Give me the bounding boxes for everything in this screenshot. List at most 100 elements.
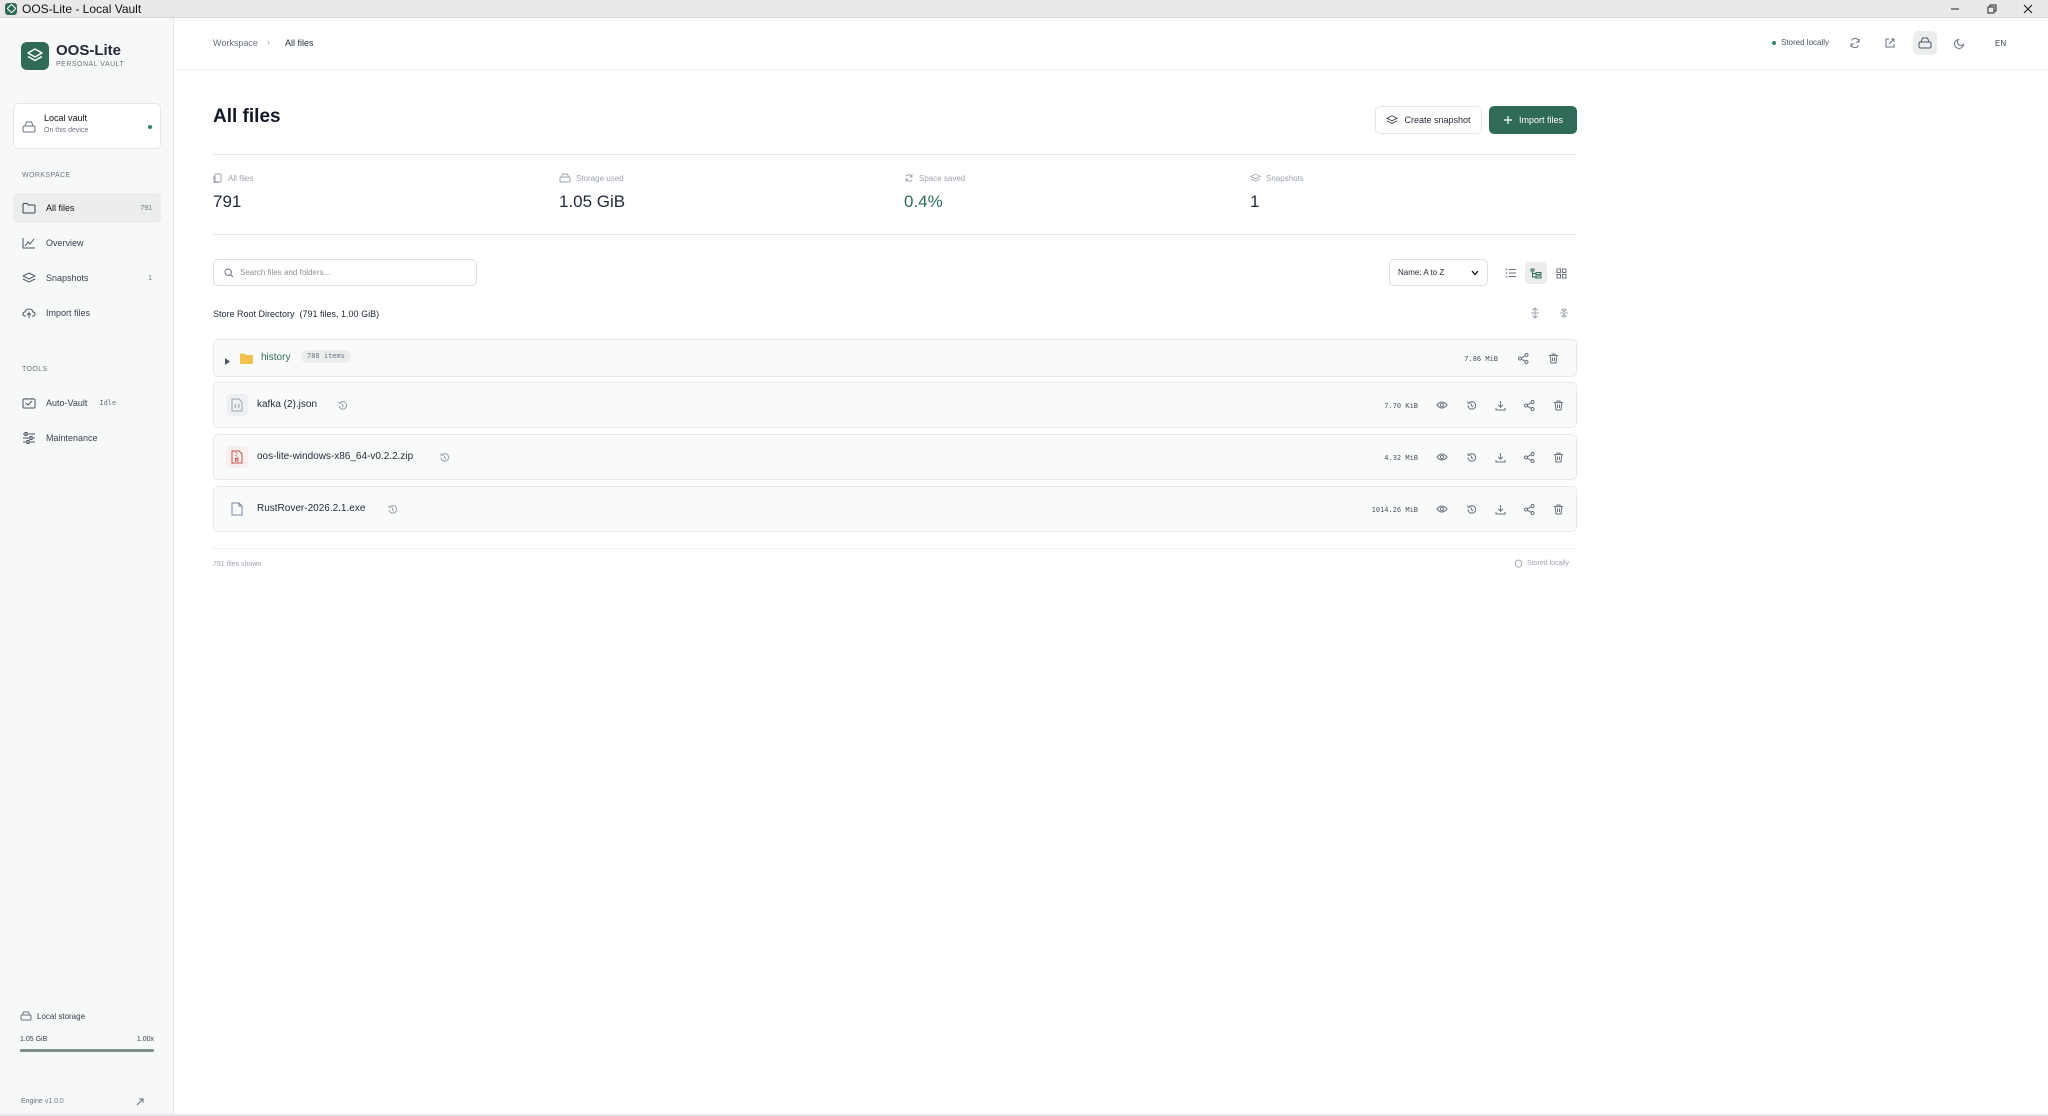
divider	[213, 154, 1577, 155]
expand-all-button[interactable]	[1525, 303, 1545, 323]
stat-label: Snapshots	[1266, 173, 1304, 183]
sidebar: OOS-Lite PERSONAL VAULT Local vault On t…	[0, 18, 174, 1115]
storage-mode-button[interactable]	[1913, 31, 1937, 55]
delete-button[interactable]	[1549, 500, 1567, 518]
layers-icon	[1250, 173, 1261, 182]
import-files-button[interactable]: Import files	[1489, 106, 1577, 134]
download-button[interactable]	[1491, 448, 1509, 466]
auto-vault-status-badge: Idle	[99, 399, 117, 407]
share-button[interactable]	[1520, 448, 1538, 466]
tree-view-button[interactable]	[1525, 262, 1547, 284]
auto-vault-icon	[21, 395, 37, 411]
breadcrumb-workspace[interactable]: Workspace	[213, 38, 258, 48]
page-title: All files	[213, 106, 281, 127]
history-icon	[1466, 504, 1476, 514]
version-history-icon[interactable]	[385, 502, 399, 516]
collapse-all-button[interactable]	[1554, 303, 1574, 323]
folder-row-history[interactable]: history 788 items 7.86 MiB	[213, 339, 1577, 377]
expand-caret-icon[interactable]	[224, 353, 231, 371]
trash-icon	[1553, 452, 1563, 462]
storage-panel: Local storage 1.05 GiB 1.00x	[20, 1011, 154, 1052]
folder-icon	[239, 352, 254, 370]
version-history-icon[interactable]	[437, 450, 451, 464]
file-row-rustrover-exe[interactable]: RustRover-2026.2.1.exe 1014.26 MiB	[213, 486, 1577, 532]
search-box[interactable]	[213, 259, 477, 286]
storage-used: 1.05 GiB	[20, 1036, 48, 1043]
grid-view-button[interactable]	[1550, 262, 1572, 284]
sort-selected-value: Name: A to Z	[1398, 268, 1445, 277]
history-button[interactable]	[1462, 396, 1480, 414]
sidebar-item-all-files[interactable]: All files 791	[13, 193, 161, 223]
search-input[interactable]	[240, 268, 460, 277]
download-button[interactable]	[1491, 396, 1509, 414]
file-name[interactable]: kafka (2).json	[257, 399, 317, 410]
theme-toggle-button[interactable]	[1948, 31, 1972, 55]
share-icon	[1517, 352, 1528, 364]
sidebar-item-label: Auto-Vault	[46, 398, 88, 408]
eye-icon	[1436, 401, 1448, 409]
minimize-button[interactable]	[1937, 0, 1973, 18]
engine-link-button[interactable]	[135, 1094, 145, 1112]
sidebar-item-label: Overview	[46, 238, 84, 248]
files-icon	[213, 173, 222, 183]
sidebar-item-auto-vault[interactable]: Auto-Vault Idle	[13, 388, 161, 418]
preview-button[interactable]	[1433, 396, 1451, 414]
expand-icon	[1531, 307, 1539, 319]
plus-icon	[1503, 116, 1512, 124]
share-button[interactable]	[1514, 349, 1532, 367]
stat-value: 1	[1250, 192, 1260, 211]
top-header: Workspace › All files Stored locally EN	[175, 18, 2048, 70]
file-name[interactable]: RustRover-2026.2.1.exe	[257, 503, 365, 514]
preview-button[interactable]	[1433, 448, 1451, 466]
version-history-icon[interactable]	[335, 398, 349, 412]
app-icon	[5, 2, 17, 15]
file-row-oos-lite-zip[interactable]: oos-lite-windows-x86_64-v0.2.2.zip 4.32 …	[213, 434, 1577, 480]
sliders-icon	[21, 430, 37, 446]
search-icon	[224, 267, 234, 278]
close-icon	[2023, 4, 2033, 14]
sidebar-item-label: Snapshots	[46, 273, 89, 283]
delete-button[interactable]	[1549, 448, 1567, 466]
file-row-kafka-json[interactable]: kafka (2).json 7.70 KiB	[213, 382, 1577, 428]
delete-button[interactable]	[1544, 349, 1562, 367]
drive-icon	[20, 1011, 32, 1021]
sort-select[interactable]: Name: A to Z	[1389, 259, 1488, 286]
file-size: 7.70 KiB	[1384, 402, 1418, 410]
folder-name[interactable]: history	[261, 352, 290, 363]
vault-selector[interactable]: Local vault On this device	[13, 103, 161, 149]
create-snapshot-button[interactable]: Create snapshot	[1375, 106, 1482, 134]
stat-space-saved: Space saved 0.4%	[904, 173, 965, 212]
footer-status-text: Stored locally	[1527, 560, 1570, 567]
json-file-icon	[226, 394, 248, 416]
sidebar-item-snapshots[interactable]: Snapshots 1	[13, 263, 161, 293]
sidebar-item-overview[interactable]: Overview	[13, 228, 161, 258]
storage-ratio: 1.00x	[136, 1036, 154, 1043]
open-external-button[interactable]	[1878, 31, 1902, 55]
close-button[interactable]	[2010, 0, 2046, 18]
delete-button[interactable]	[1549, 396, 1567, 414]
list-view-button[interactable]	[1500, 262, 1522, 284]
restore-button[interactable]	[1974, 0, 2010, 18]
stat-value: 0.4%	[904, 192, 943, 211]
language-selector[interactable]: EN	[1995, 39, 2006, 48]
sidebar-item-maintenance[interactable]: Maintenance	[13, 423, 161, 453]
download-button[interactable]	[1491, 500, 1509, 518]
grid-icon	[1556, 268, 1566, 278]
history-button[interactable]	[1462, 448, 1480, 466]
folder-item-count-badge: 788 items	[301, 350, 351, 363]
history-button[interactable]	[1462, 500, 1480, 518]
tree-icon	[1530, 268, 1542, 278]
sync-button[interactable]	[1843, 31, 1867, 55]
footer-stored-locally: Stored locally	[1514, 559, 1569, 568]
file-size: 1014.26 MiB	[1371, 506, 1418, 514]
drive-icon	[22, 120, 36, 138]
sidebar-item-label: Import files	[46, 308, 91, 318]
file-size: 4.32 MiB	[1384, 454, 1418, 462]
preview-button[interactable]	[1433, 500, 1451, 518]
sidebar-item-import-files[interactable]: Import files	[13, 298, 161, 328]
download-icon	[1495, 452, 1505, 462]
file-name[interactable]: oos-lite-windows-x86_64-v0.2.2.zip	[257, 451, 413, 462]
restore-icon	[1987, 4, 1997, 14]
share-button[interactable]	[1520, 500, 1538, 518]
share-button[interactable]	[1520, 396, 1538, 414]
